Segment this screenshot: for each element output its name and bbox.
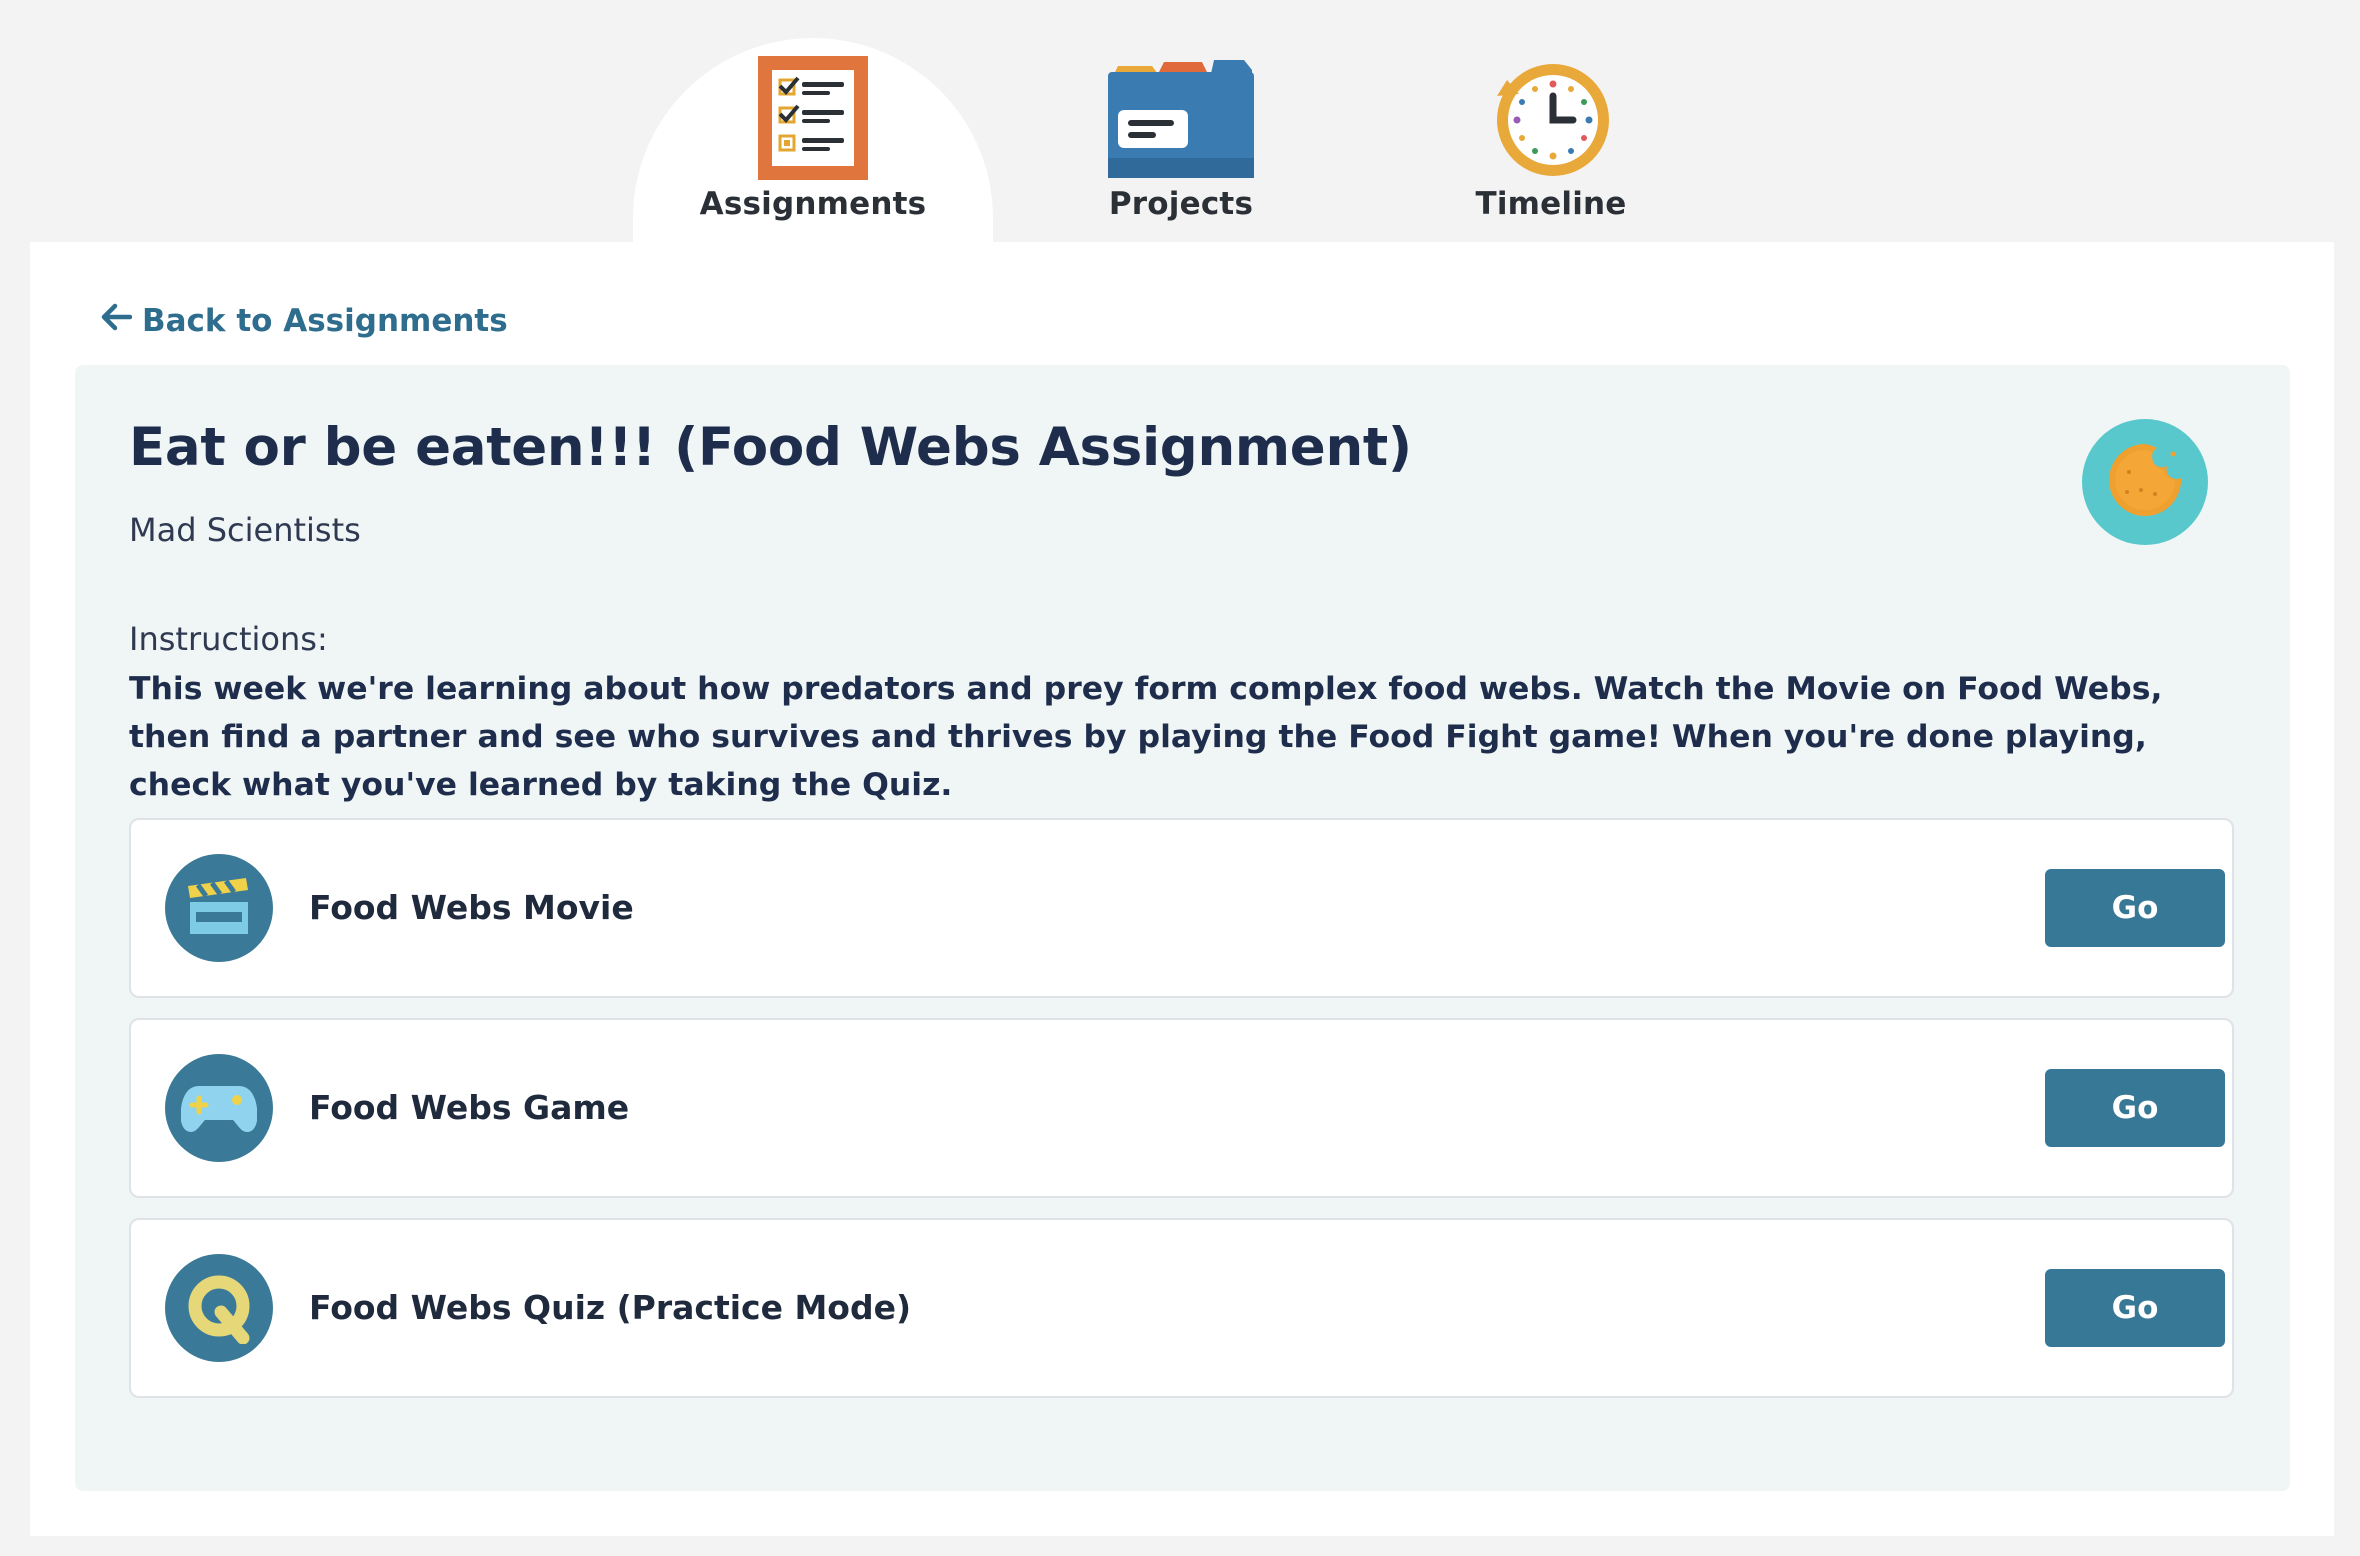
activity-item-quiz: Food Webs Quiz (Practice Mode) Go — [129, 1218, 2234, 1398]
go-button-movie[interactable]: Go — [2045, 869, 2225, 947]
assignment-title: Eat or be eaten!!! (Food Webs Assignment… — [129, 417, 1412, 478]
activity-label: Food Webs Quiz (Practice Mode) — [309, 1288, 912, 1327]
tab-assignments[interactable]: Assignments — [633, 38, 993, 242]
activity-label: Food Webs Game — [309, 1088, 630, 1127]
quiz-q-icon — [165, 1254, 273, 1362]
clock-icon — [1476, 56, 1626, 180]
tab-bar: Assignments Projects Timeline — [0, 0, 2360, 242]
activity-item-movie: Food Webs Movie Go — [129, 818, 2234, 998]
main-content: Back to Assignments Eat or be eaten!!! (… — [30, 242, 2334, 1536]
class-avatar — [2082, 419, 2208, 545]
back-link-label: Back to Assignments — [142, 303, 508, 339]
checklist-icon — [738, 56, 888, 180]
activity-item-game: Food Webs Game Go — [129, 1018, 2234, 1198]
tab-label: Assignments — [699, 186, 927, 222]
class-name: Mad Scientists — [129, 511, 361, 549]
instructions-label: Instructions: — [129, 620, 328, 658]
clapperboard-icon — [165, 854, 273, 962]
folder-icon — [1106, 56, 1256, 180]
tab-label: Timeline — [1475, 186, 1627, 222]
assignment-panel: Eat or be eaten!!! (Food Webs Assignment… — [75, 365, 2290, 1491]
tab-label: Projects — [1108, 186, 1254, 222]
tab-timeline[interactable]: Timeline — [1371, 38, 1731, 242]
go-button-quiz[interactable]: Go — [2045, 1269, 2225, 1347]
cookie-icon — [2097, 432, 2193, 532]
gamepad-icon — [165, 1054, 273, 1162]
activity-label: Food Webs Movie — [309, 888, 634, 927]
instructions-text: This week we're learning about how preda… — [129, 671, 2163, 803]
back-to-assignments-link[interactable]: Back to Assignments — [100, 302, 508, 340]
go-button-game[interactable]: Go — [2045, 1069, 2225, 1147]
tab-projects[interactable]: Projects — [1001, 38, 1361, 242]
arrow-left-icon — [100, 302, 133, 340]
